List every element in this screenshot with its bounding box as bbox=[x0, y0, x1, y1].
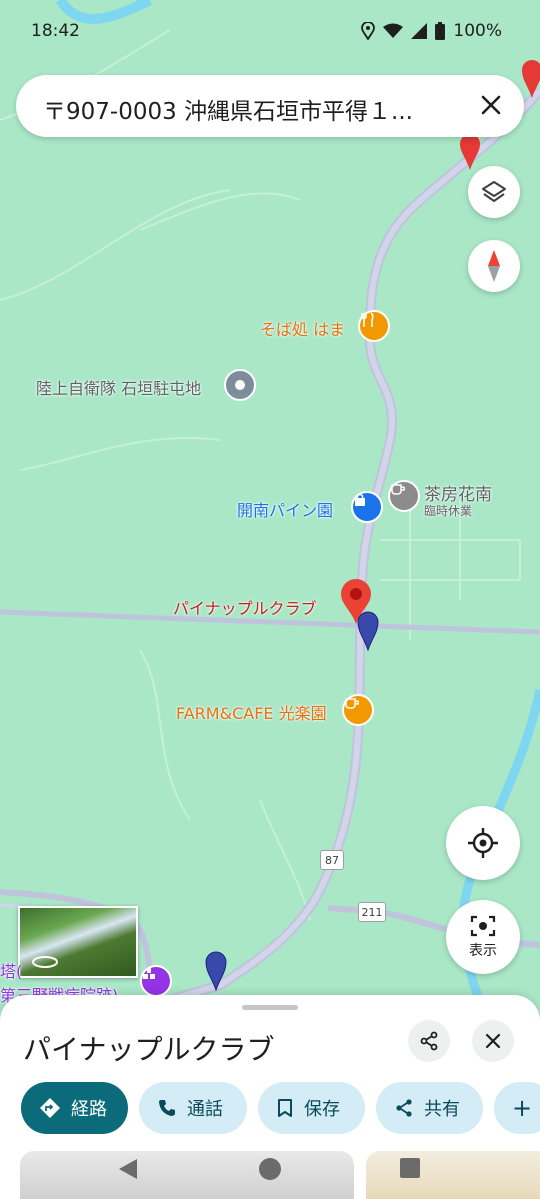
close-sheet-button[interactable] bbox=[472, 1020, 514, 1062]
place-sublabel: 臨時休業 bbox=[424, 504, 473, 518]
red-pin-icon[interactable] bbox=[458, 132, 482, 172]
signal-icon bbox=[411, 23, 428, 39]
shopping-bag-icon[interactable] bbox=[351, 491, 383, 523]
road-shield-87: 87 bbox=[320, 850, 344, 870]
road-shield-211: 211 bbox=[358, 902, 386, 922]
place-label[interactable]: 陸上自衛隊 石垣駐屯地 bbox=[36, 375, 201, 399]
landmark-icon[interactable] bbox=[224, 369, 256, 401]
share-label: 共有 bbox=[424, 1099, 460, 1120]
my-location-button[interactable] bbox=[446, 806, 520, 880]
share-chip-button[interactable]: 共有 bbox=[376, 1082, 483, 1134]
restaurant-icon[interactable] bbox=[358, 310, 390, 342]
view-lens-button[interactable]: 表示 bbox=[446, 900, 520, 974]
recents-icon[interactable] bbox=[400, 1158, 420, 1178]
selected-place-label[interactable]: パイナップルクラブ bbox=[173, 595, 317, 619]
directions-icon bbox=[40, 1098, 60, 1118]
place-title: パイナップルクラブ bbox=[23, 1033, 275, 1066]
street-view-thumbnail[interactable] bbox=[18, 906, 138, 978]
share-icon bbox=[420, 1031, 438, 1051]
bookmark-icon bbox=[278, 1099, 292, 1117]
battery-percent: 100% bbox=[453, 21, 502, 41]
layers-button[interactable] bbox=[468, 166, 520, 218]
close-icon bbox=[485, 1033, 501, 1049]
home-icon[interactable] bbox=[258, 1157, 282, 1181]
save-button[interactable]: 保存 bbox=[258, 1082, 365, 1134]
cafe-icon[interactable] bbox=[342, 694, 374, 726]
share-button[interactable] bbox=[408, 1020, 450, 1062]
phone-icon bbox=[159, 1100, 175, 1116]
blue-pin-icon[interactable] bbox=[204, 950, 228, 992]
back-icon[interactable] bbox=[117, 1157, 139, 1181]
camera-lens-icon bbox=[470, 915, 496, 937]
share-icon bbox=[396, 1099, 412, 1117]
memorial-icon[interactable] bbox=[140, 965, 172, 997]
rotate-360-icon bbox=[32, 956, 58, 968]
plus-icon: + bbox=[512, 1094, 533, 1122]
compass-icon bbox=[488, 250, 500, 282]
close-icon[interactable] bbox=[478, 92, 504, 118]
system-nav-bar bbox=[0, 1145, 540, 1199]
blue-pin-icon[interactable] bbox=[356, 610, 380, 652]
compass-button[interactable] bbox=[468, 240, 520, 292]
crosshair-icon bbox=[468, 828, 498, 858]
directions-label: 経路 bbox=[71, 1099, 107, 1120]
place-label[interactable]: FARM&CAFE 光楽園 bbox=[176, 700, 327, 724]
status-time: 18:42 bbox=[31, 21, 80, 41]
save-label: 保存 bbox=[304, 1099, 340, 1120]
search-bar[interactable]: 〒907-0003 沖縄県石垣市平得１... bbox=[16, 75, 524, 137]
call-button[interactable]: 通話 bbox=[139, 1082, 247, 1134]
red-pin-icon[interactable] bbox=[520, 58, 540, 100]
more-actions-button[interactable]: + bbox=[494, 1082, 540, 1134]
wifi-icon bbox=[383, 23, 404, 38]
search-query[interactable]: 〒907-0003 沖縄県石垣市平得１... bbox=[43, 92, 463, 126]
status-bar: 18:42 100% bbox=[0, 0, 540, 62]
cafe-icon[interactable] bbox=[388, 480, 420, 512]
directions-button[interactable]: 経路 bbox=[21, 1082, 128, 1134]
view-label: 表示 bbox=[469, 943, 497, 959]
drag-handle[interactable] bbox=[242, 1005, 298, 1010]
place-label[interactable]: 塔( bbox=[0, 958, 22, 982]
call-label: 通話 bbox=[187, 1099, 223, 1120]
layers-icon bbox=[482, 181, 506, 202]
location-icon bbox=[361, 22, 376, 40]
place-label[interactable]: そば処 はま bbox=[260, 316, 345, 340]
battery-icon bbox=[435, 22, 446, 40]
place-label[interactable]: 開南パイン園 bbox=[237, 497, 333, 521]
